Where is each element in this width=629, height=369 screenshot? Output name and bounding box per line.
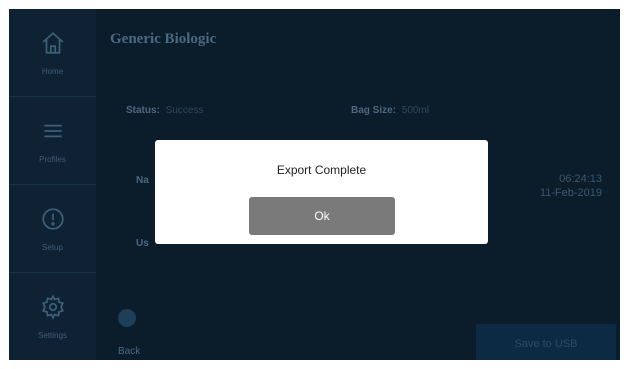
back-button[interactable]: Back — [118, 346, 140, 357]
back-icon[interactable] — [118, 309, 136, 327]
sidebar-item-label: Home — [41, 66, 64, 76]
sidebar-item-label: Settings — [38, 330, 67, 340]
info-icon — [40, 206, 66, 237]
sidebar-item-home[interactable]: Home — [9, 9, 96, 97]
name-field: Na — [136, 175, 149, 186]
sidebar-item-label: Profiles — [39, 154, 66, 164]
profiles-icon — [40, 118, 66, 149]
sidebar: Home Profiles Setup Settings — [9, 9, 96, 360]
time-text: 06:24:13 — [559, 173, 602, 185]
home-icon — [40, 30, 66, 61]
dialog-title: Export Complete — [276, 163, 367, 177]
bag-size-value: 500ml — [401, 105, 430, 116]
user-field: Us — [136, 238, 149, 249]
status-label: Status: — [126, 105, 160, 116]
export-complete-dialog: Export Complete Ok — [155, 140, 488, 244]
bag-size-label: Bag Size: — [351, 105, 397, 116]
save-to-usb-button[interactable]: Save to USB — [476, 324, 616, 360]
page-title: Generic Biologic — [110, 31, 217, 47]
gear-icon — [40, 293, 66, 325]
sidebar-item-profiles[interactable]: Profiles — [9, 97, 96, 185]
user-label: Us — [136, 238, 149, 249]
status-value: Success — [165, 105, 204, 116]
sidebar-item-setup[interactable]: Setup — [9, 185, 96, 273]
sidebar-item-label: Setup — [42, 242, 63, 252]
status-field: Status: Success — [126, 105, 203, 116]
bag-size-field: Bag Size: 500ml — [351, 105, 429, 116]
ok-button[interactable]: Ok — [249, 197, 395, 235]
name-label: Na — [136, 175, 149, 186]
sidebar-item-settings[interactable]: Settings — [9, 273, 96, 360]
date-text: 11-Feb-2019 — [539, 187, 602, 199]
datetime: 06:24:13 11-Feb-2019 — [540, 172, 602, 200]
